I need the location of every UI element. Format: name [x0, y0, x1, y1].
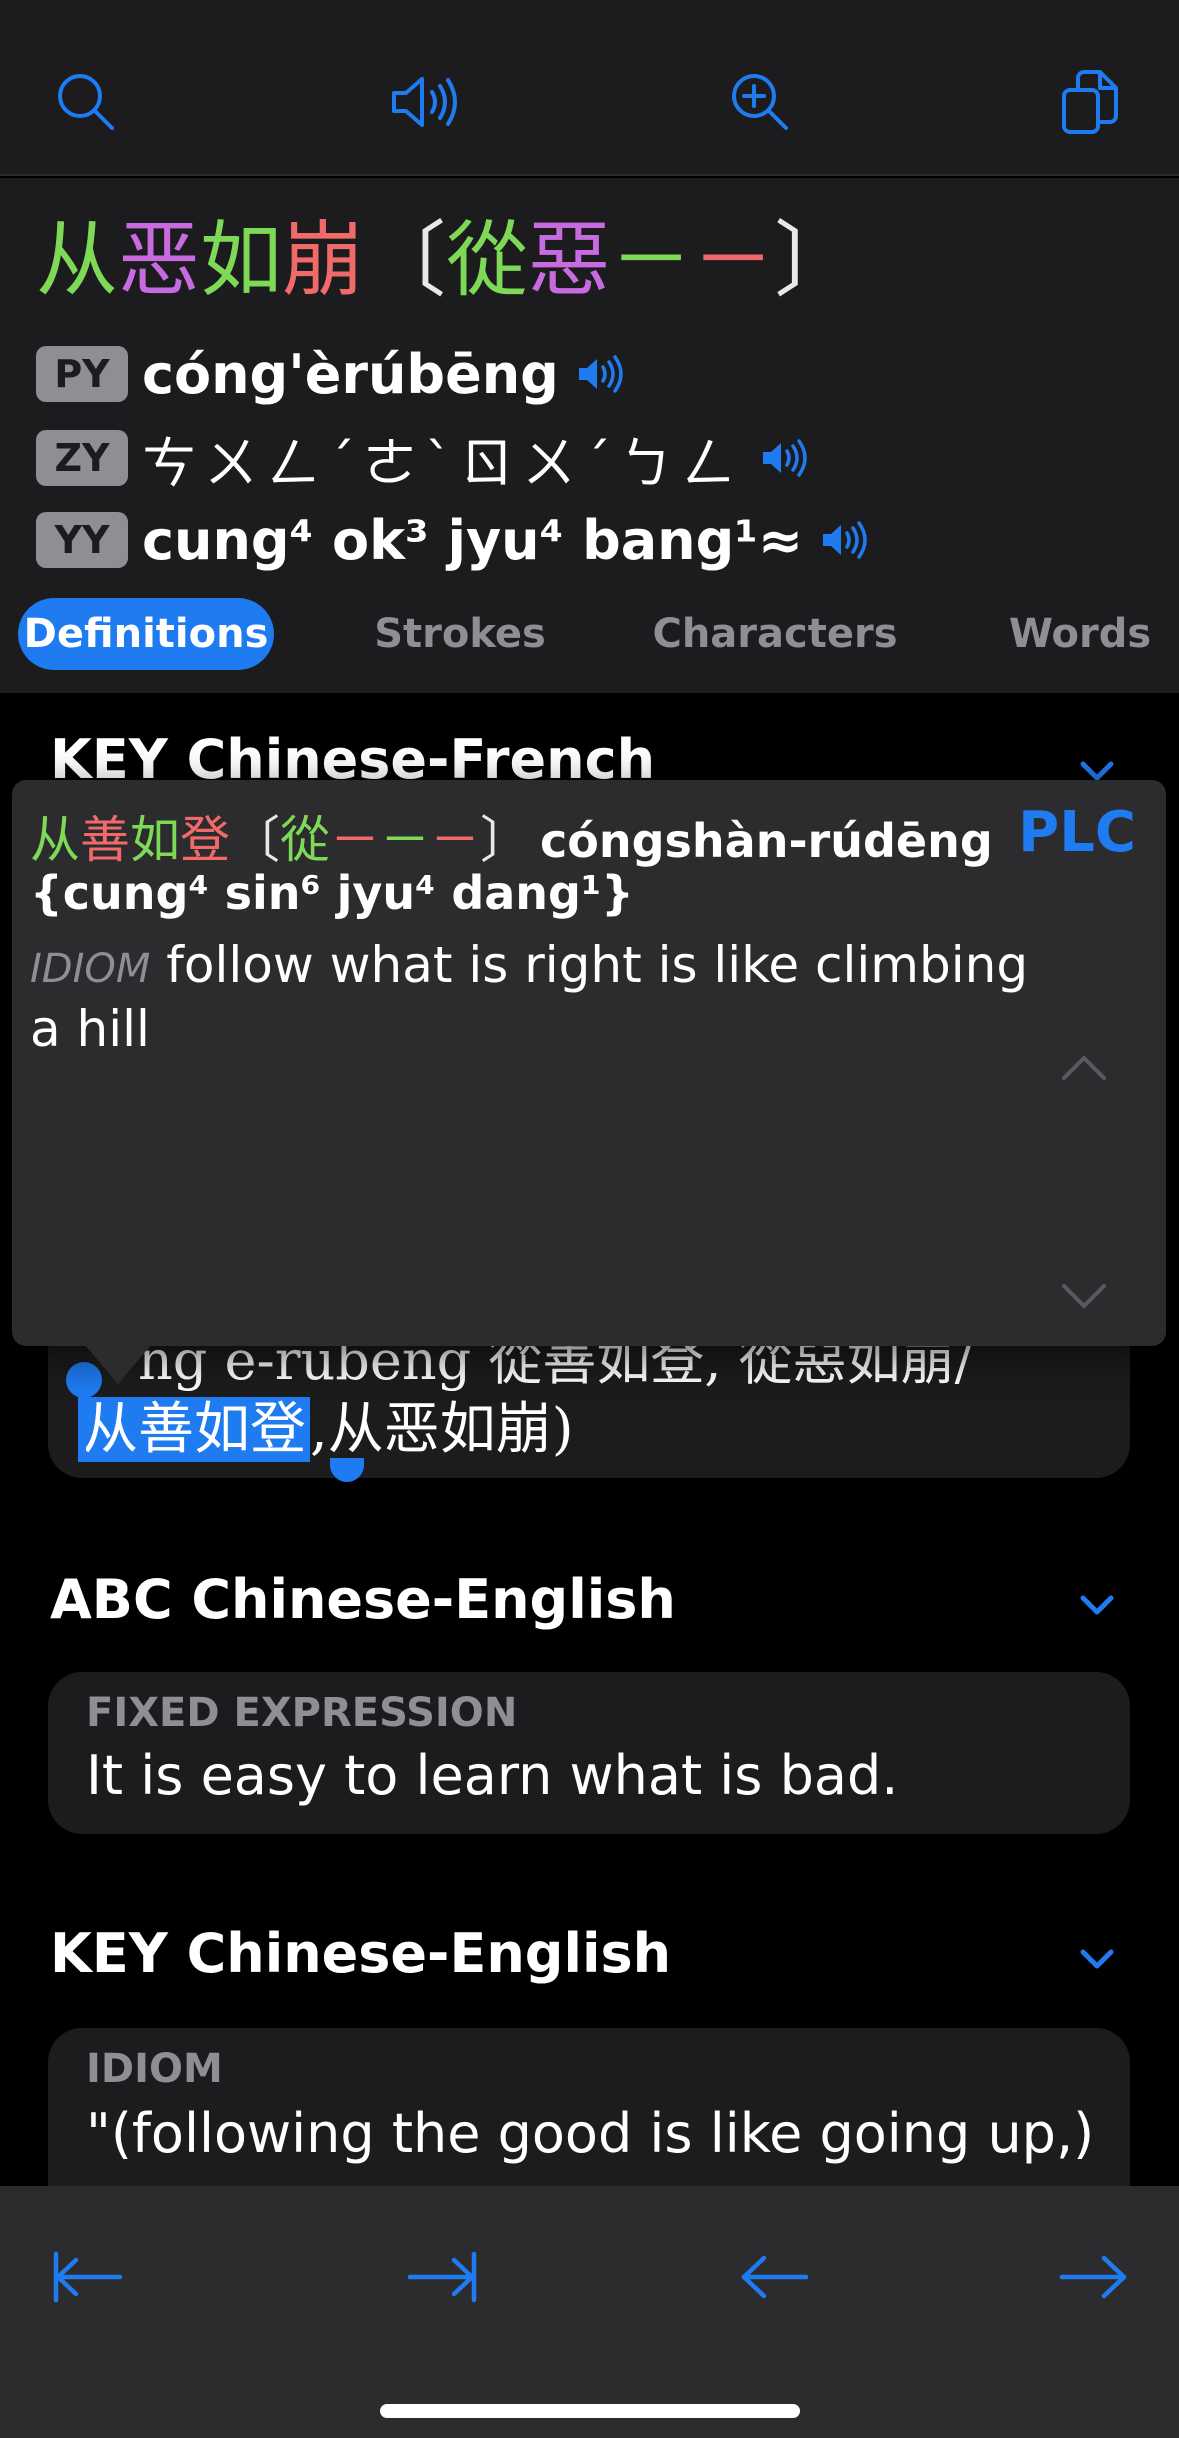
section-title-key-english: KEY Chinese-English [50, 1922, 672, 1985]
chevron-down-icon[interactable] [1075, 1582, 1119, 1626]
tab-definitions[interactable]: Definitions [18, 598, 274, 670]
chevron-down-icon[interactable] [1058, 1276, 1110, 1316]
definition-text: 从善如登,从恶如崩) [78, 1384, 574, 1465]
tab-words[interactable]: Words [1000, 598, 1160, 670]
bracket-close: 〕 [774, 213, 857, 308]
forward-arrow-icon[interactable] [1054, 2242, 1134, 2312]
section-title-abc-english: ABC Chinese-English [50, 1568, 676, 1631]
speaker-icon[interactable] [819, 518, 867, 562]
pinyin-text[interactable]: cóng'èrúbēng [142, 343, 559, 406]
back-arrow-icon[interactable] [734, 2242, 814, 2312]
jyutping-badge: YY [36, 512, 128, 568]
popup-jyutping: {cung⁴ sin⁶ jyu⁴ dang¹} [30, 866, 634, 920]
headword-char: 恶 [118, 213, 201, 308]
chevron-down-icon[interactable] [1075, 1936, 1119, 1980]
popup-headword: 从善如登〔從－－－〕 cóngshàn-rúdēng [30, 800, 993, 872]
popup-char: 从 [30, 811, 80, 869]
traditional-char: － [610, 213, 693, 308]
pinyin-badge: PY [36, 346, 128, 402]
zoom-in-icon[interactable] [720, 62, 800, 142]
zhuyin-badge: ZY [36, 430, 128, 486]
home-indicator[interactable] [380, 2404, 800, 2418]
traditional-char: 從 [446, 213, 529, 308]
jyutping-text[interactable]: cung⁴ ok³ jyu⁴ bang¹≈ [142, 509, 803, 572]
search-icon[interactable] [46, 62, 126, 142]
definition-text[interactable]: It is easy to learn what is bad. [86, 1744, 898, 1807]
speaker-icon[interactable] [382, 62, 462, 142]
headword-char: 从 [36, 213, 119, 308]
popup-trad-char: － [330, 811, 380, 869]
zhuyin-text[interactable]: ㄘㄨㄥˊㄜˋㄖㄨˊㄅㄥ [142, 419, 743, 498]
speaker-icon[interactable] [759, 436, 807, 480]
jyutping-row: YY cung⁴ ok³ jyu⁴ bang¹≈ [36, 508, 867, 572]
pinyin-row: PY cóng'èrúbēng [36, 342, 623, 406]
popup-pos-label: IDIOM [30, 946, 151, 992]
zhuyin-row: ZY ㄘㄨㄥˊㄜˋㄖㄨˊㄅㄥ [36, 426, 807, 495]
headword[interactable]: 从恶如崩〔從惡－－〕 [36, 206, 856, 316]
copy-icon[interactable] [1050, 62, 1130, 142]
tab-strokes[interactable]: Strokes [360, 598, 560, 670]
first-entry-icon[interactable] [48, 2242, 128, 2312]
popup-pinyin: cóngshàn-rúdēng [540, 814, 993, 868]
headword-char: 如 [200, 213, 283, 308]
definition-text[interactable]: "(following the good is like going up,) [86, 2102, 1094, 2165]
popup-bracket-close: 〕 [480, 811, 530, 869]
popup-char: 如 [130, 811, 180, 869]
popup-char: 善 [80, 811, 130, 869]
chevron-up-icon[interactable] [1058, 1048, 1110, 1088]
headword-char: 崩 [282, 213, 365, 308]
popup-source-badge: PLC [1018, 800, 1136, 865]
popup-char: 登 [180, 811, 230, 869]
pos-label: FIXED EXPRESSION [86, 1690, 518, 1736]
popup-trad-char: 從 [280, 811, 330, 869]
popup-bracket-open: 〔 [230, 811, 280, 869]
selection-handle-end[interactable] [330, 1458, 364, 1482]
tab-characters[interactable]: Characters [650, 598, 900, 670]
top-toolbar [0, 0, 1179, 176]
pos-label: IDIOM [86, 2046, 223, 2092]
tab-bar: Definitions Strokes Characters Words [0, 598, 1179, 674]
last-entry-icon[interactable] [402, 2242, 482, 2312]
popup-definition: IDIOM follow what is right is like climb… [30, 936, 1028, 994]
popup-trad-char: － [430, 811, 480, 869]
bracket-open: 〔 [364, 213, 447, 308]
speaker-icon[interactable] [575, 352, 623, 396]
definition-card: FIXED EXPRESSION It is easy to learn wha… [48, 1672, 1130, 1834]
bottom-toolbar [0, 2186, 1179, 2438]
definition-text-rest: ,从恶如崩) [310, 1397, 574, 1462]
popup-definition-line1: follow what is right is like climbing [166, 936, 1029, 994]
popup-definition-line2: a hill [30, 1000, 150, 1058]
lookup-popup[interactable]: 从善如登〔從－－－〕 cóngshàn-rúdēng PLC {cung⁴ sin… [12, 780, 1166, 1346]
traditional-char: － [692, 213, 775, 308]
popup-pointer [84, 1344, 152, 1384]
selected-text[interactable]: 从善如登 [78, 1397, 310, 1462]
traditional-char: 惡 [528, 213, 611, 308]
popup-trad-char: － [380, 811, 430, 869]
entry-header: 从恶如崩〔從惡－－〕 PY cóng'èrúbēng ZY ㄘㄨㄥˊㄜˋㄖㄨˊㄅ… [0, 178, 1179, 693]
